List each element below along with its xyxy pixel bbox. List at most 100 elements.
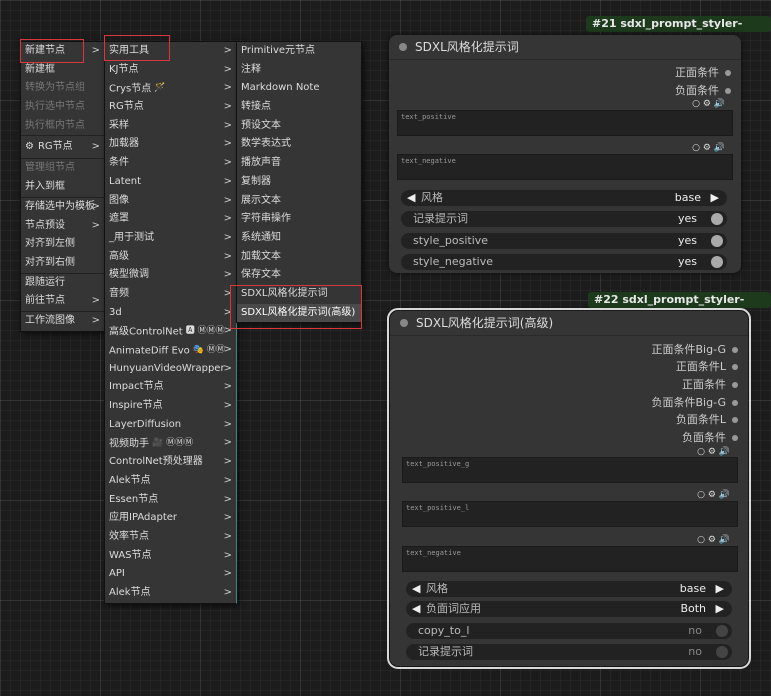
category-item[interactable]: 图像 >: [105, 192, 236, 211]
menu-item-manage-group-node[interactable]: 管理组节点: [21, 159, 104, 178]
output-slot[interactable]: 正面条件L: [676, 358, 738, 376]
style-negative-toggle[interactable]: style_negative yes: [401, 254, 727, 270]
utility-node-item[interactable]: 加载文本: [237, 248, 361, 267]
category-item[interactable]: 视频助手 🎥 ⓂⓂⓂ >: [105, 434, 236, 453]
toggle-knob-icon[interactable]: [716, 625, 728, 637]
utility-node-item[interactable]: Markdown Note: [237, 79, 361, 98]
text-positive-g-field[interactable]: text_positive_g: [402, 457, 738, 483]
category-item[interactable]: 效率节点 >: [105, 528, 236, 547]
log-prompt-toggle[interactable]: 记录提示词 yes: [401, 211, 727, 227]
text-controls-icon[interactable]: ○ ⚙ 🔊: [692, 143, 725, 153]
category-item[interactable]: Latent >: [105, 173, 236, 192]
node-title[interactable]: SDXL风格化提示词: [389, 35, 741, 60]
node-title[interactable]: SDXL风格化提示词(高级): [390, 311, 748, 336]
output-slot[interactable]: 负面条件Big-G: [652, 394, 738, 412]
category-item[interactable]: 3d >: [105, 304, 236, 323]
menu-item-run-in-group[interactable]: 执行框内节点: [21, 117, 104, 137]
category-item[interactable]: 音频 >: [105, 285, 236, 304]
utility-node-item[interactable]: SDXL风格化提示词(高级): [237, 303, 361, 323]
menu-item-rg-nodes[interactable]: ⚙ RG节点 >: [21, 136, 104, 160]
output-dot-icon[interactable]: [725, 70, 731, 76]
utility-node-item[interactable]: 字符串操作: [237, 210, 361, 229]
output-slot[interactable]: 负面条件: [682, 429, 738, 447]
text-positive-field[interactable]: text_positive: [397, 110, 733, 136]
output-slot[interactable]: 负面条件: [675, 82, 731, 100]
text-controls-icon[interactable]: ○ ⚙ 🔊: [697, 535, 730, 545]
menu-item-save-template[interactable]: 存储选中为模板 >: [21, 198, 104, 217]
style-positive-toggle[interactable]: style_positive yes: [401, 233, 727, 249]
output-dot-icon[interactable]: [725, 88, 731, 94]
utility-node-item[interactable]: 保存文本: [237, 266, 361, 285]
toggle-knob-icon[interactable]: [711, 256, 723, 268]
sdxl-prompt-styler-node[interactable]: SDXL风格化提示词 正面条件 负面条件 ○ ⚙ 🔊 text_positive…: [389, 35, 741, 273]
toggle-knob-icon[interactable]: [711, 235, 723, 247]
utility-node-item[interactable]: SDXL风格化提示词: [237, 285, 361, 304]
output-dot-icon[interactable]: [732, 382, 738, 388]
utility-node-item[interactable]: 系统通知: [237, 229, 361, 248]
utility-node-item[interactable]: 数学表达式: [237, 135, 361, 154]
category-item[interactable]: 条件 >: [105, 154, 236, 173]
category-item[interactable]: API >: [105, 565, 236, 584]
output-dot-icon[interactable]: [732, 364, 738, 370]
category-item[interactable]: HunyuanVideoWrapper >: [105, 360, 236, 379]
category-item[interactable]: 加载器 >: [105, 135, 236, 154]
category-item[interactable]: 高级ControlNet 🅰 ⓂⓂⓂ >: [105, 322, 236, 341]
text-positive-l-field[interactable]: text_positive_l: [402, 501, 738, 527]
category-item[interactable]: 模型微调 >: [105, 266, 236, 285]
output-slot[interactable]: 负面条件L: [676, 411, 738, 429]
text-controls-icon[interactable]: ○ ⚙ 🔊: [697, 490, 730, 500]
category-item[interactable]: WAS节点 >: [105, 547, 236, 566]
category-item[interactable]: 高级 >: [105, 248, 236, 267]
output-slot[interactable]: 正面条件Big-G: [652, 341, 738, 359]
category-item[interactable]: 采样 >: [105, 117, 236, 136]
menu-item-align-right[interactable]: 对齐到右侧: [21, 254, 104, 274]
menu-item-node-presets[interactable]: 节点预设 >: [21, 217, 104, 236]
category-item[interactable]: Alek节点 >: [105, 472, 236, 491]
menu-item-workflow-image[interactable]: 工作流图像 >: [21, 312, 104, 331]
category-item[interactable]: KJ节点 >: [105, 61, 236, 80]
category-item[interactable]: AnimateDiff Evo 🎭 ⓂⓂ >: [105, 341, 236, 360]
category-item[interactable]: LayerDiffusion >: [105, 416, 236, 435]
sdxl-prompt-styler-advanced-node[interactable]: SDXL风格化提示词(高级) 正面条件Big-G 正面条件L 正面条件 负面条件…: [387, 308, 751, 669]
text-negative-field[interactable]: text_negative: [402, 546, 738, 572]
output-dot-icon[interactable]: [732, 417, 738, 423]
arrow-right-icon[interactable]: ▶: [716, 581, 724, 597]
menu-item-new-group[interactable]: 新建框: [21, 61, 104, 80]
utility-node-item[interactable]: 展示文本: [237, 192, 361, 211]
menu-item-align-left[interactable]: 对齐到左侧: [21, 235, 104, 254]
category-item[interactable]: Crys节点 🪄 >: [105, 79, 236, 98]
menu-item-run-selected[interactable]: 执行选中节点: [21, 98, 104, 117]
output-dot-icon[interactable]: [732, 435, 738, 441]
arrow-left-icon[interactable]: ◀: [412, 601, 420, 617]
log-prompt-toggle[interactable]: 记录提示词 no: [406, 644, 732, 660]
menu-item-follow-run[interactable]: 跟随运行: [21, 274, 104, 293]
output-slot[interactable]: 正面条件: [675, 64, 731, 82]
arrow-left-icon[interactable]: ◀: [412, 581, 420, 597]
arrow-right-icon[interactable]: ▶: [716, 601, 724, 617]
utility-node-item[interactable]: 复制器: [237, 173, 361, 192]
collapse-dot-icon[interactable]: [399, 43, 407, 51]
category-item[interactable]: Essen节点 >: [105, 491, 236, 510]
text-negative-field[interactable]: text_negative: [397, 154, 733, 180]
output-dot-icon[interactable]: [732, 400, 738, 406]
collapse-dot-icon[interactable]: [400, 319, 408, 327]
menu-item-new-node[interactable]: 新建节点 >: [21, 42, 104, 61]
category-item[interactable]: 实用工具 >: [105, 42, 236, 61]
style-combo[interactable]: ◀ 风格 base ▶: [406, 581, 732, 597]
category-item[interactable]: Alek节点 >: [105, 584, 236, 603]
category-item[interactable]: _用于测试 >: [105, 229, 236, 248]
output-slot[interactable]: 正面条件: [682, 376, 738, 394]
category-item[interactable]: 应用IPAdapter >: [105, 509, 236, 528]
menu-item-goto-node[interactable]: 前往节点 >: [21, 292, 104, 312]
arrow-left-icon[interactable]: ◀: [407, 190, 415, 206]
arrow-right-icon[interactable]: ▶: [711, 190, 719, 206]
category-item[interactable]: Impact节点 >: [105, 378, 236, 397]
utility-node-item[interactable]: Primitive元节点: [237, 42, 361, 61]
utility-node-item[interactable]: 播放声音: [237, 154, 361, 173]
output-dot-icon[interactable]: [732, 347, 738, 353]
style-combo[interactable]: ◀ 风格 base ▶: [401, 190, 727, 206]
menu-item-convert-group[interactable]: 转换为节点组: [21, 79, 104, 98]
toggle-knob-icon[interactable]: [711, 213, 723, 225]
text-controls-icon[interactable]: ○ ⚙ 🔊: [692, 99, 725, 109]
category-item[interactable]: RG节点 >: [105, 98, 236, 117]
